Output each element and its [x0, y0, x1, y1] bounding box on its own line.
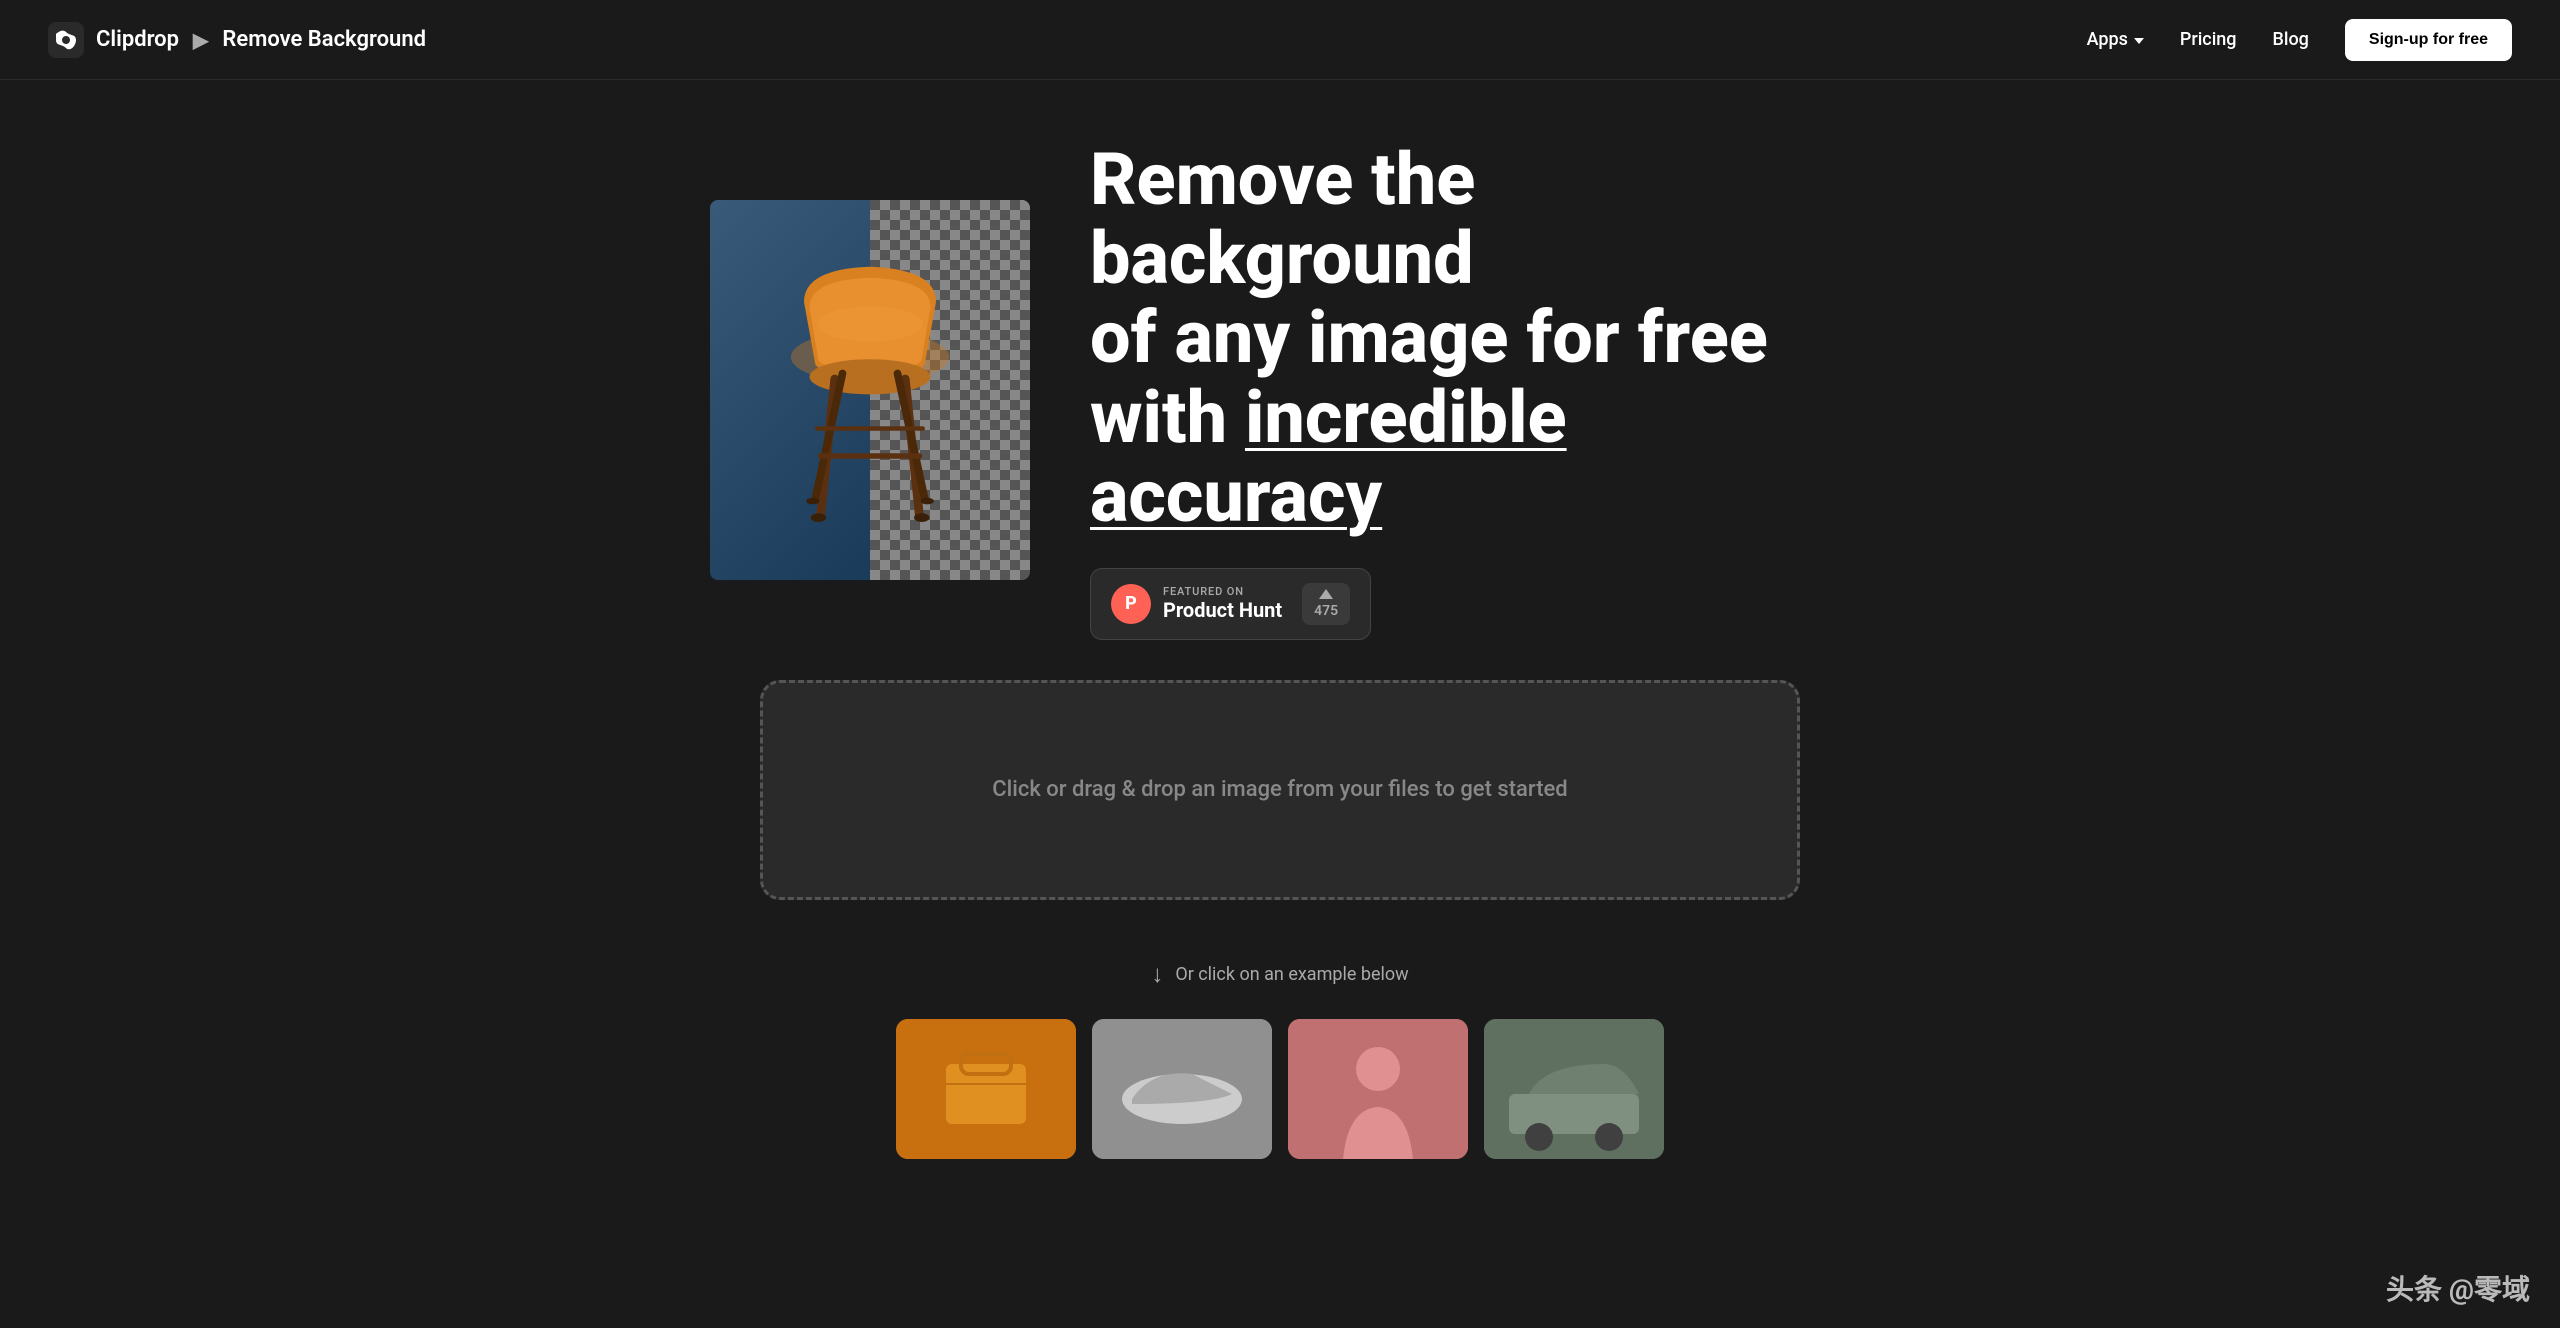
hero-text: Remove the background of any image for f…	[1090, 140, 1850, 640]
nav-pricing-label: Pricing	[2180, 29, 2237, 50]
clipdrop-logo-icon	[48, 22, 84, 58]
example-image-4[interactable]	[1484, 1019, 1664, 1159]
navbar-brand[interactable]: Clipdrop ▶ Remove Background	[96, 27, 426, 52]
hero-heading: Remove the background of any image for f…	[1090, 140, 1850, 536]
examples-row	[680, 1019, 1880, 1219]
hero-image	[710, 200, 1030, 580]
or-click-text: Or click on an example below	[1175, 964, 1408, 985]
nav-apps-label: Apps	[2087, 29, 2128, 50]
product-hunt-vote-count: 475	[1314, 603, 1338, 619]
nav-blog-link[interactable]: Blog	[2273, 29, 2309, 50]
upvote-triangle-icon	[1319, 589, 1333, 599]
nav-blog-label: Blog	[2273, 29, 2309, 50]
product-hunt-text: FEATURED ON Product Hunt	[1163, 585, 1282, 622]
product-hunt-votes: 475	[1302, 583, 1350, 625]
brand-name: Clipdrop	[96, 27, 179, 52]
brand-arrow: ▶	[193, 28, 208, 52]
chair-svg-wrapper	[710, 200, 1030, 580]
product-hunt-badge[interactable]: P FEATURED ON Product Hunt 475	[1090, 568, 1371, 640]
hero-heading-line2: of any image for free	[1090, 295, 1768, 380]
navbar: Clipdrop ▶ Remove Background Apps Pricin…	[0, 0, 2560, 80]
navbar-left: Clipdrop ▶ Remove Background	[48, 22, 426, 58]
chevron-down-icon	[2134, 38, 2144, 44]
hero-heading-line3-prefix: with	[1090, 375, 1245, 460]
hero-heading-line1: Remove the background	[1090, 137, 1475, 301]
chair-illustration	[760, 235, 980, 545]
nav-pricing-link[interactable]: Pricing	[2180, 29, 2237, 50]
arrow-down-icon: ↓	[1151, 960, 1163, 989]
dropzone[interactable]: Click or drag & drop an image from your …	[760, 680, 1800, 900]
navbar-right: Apps Pricing Blog Sign-up for free	[2087, 19, 2512, 61]
hero-section: Remove the background of any image for f…	[580, 80, 1980, 680]
product-hunt-name: Product Hunt	[1163, 598, 1282, 622]
nav-apps-link[interactable]: Apps	[2087, 29, 2144, 50]
watermark: 头条 @零域	[2386, 1268, 2530, 1308]
product-hunt-featured-on: FEATURED ON	[1163, 585, 1282, 598]
product-hunt-logo: P	[1111, 584, 1151, 624]
or-click-section: ↓ Or click on an example below	[0, 940, 2560, 1019]
example-image-2[interactable]	[1092, 1019, 1272, 1159]
brand-page-title: Remove Background	[222, 27, 426, 52]
example-image-1[interactable]	[896, 1019, 1076, 1159]
dropzone-wrapper: Click or drag & drop an image from your …	[680, 680, 1880, 940]
signup-button[interactable]: Sign-up for free	[2345, 19, 2512, 61]
example-image-3[interactable]	[1288, 1019, 1468, 1159]
dropzone-placeholder: Click or drag & drop an image from your …	[992, 777, 1567, 802]
